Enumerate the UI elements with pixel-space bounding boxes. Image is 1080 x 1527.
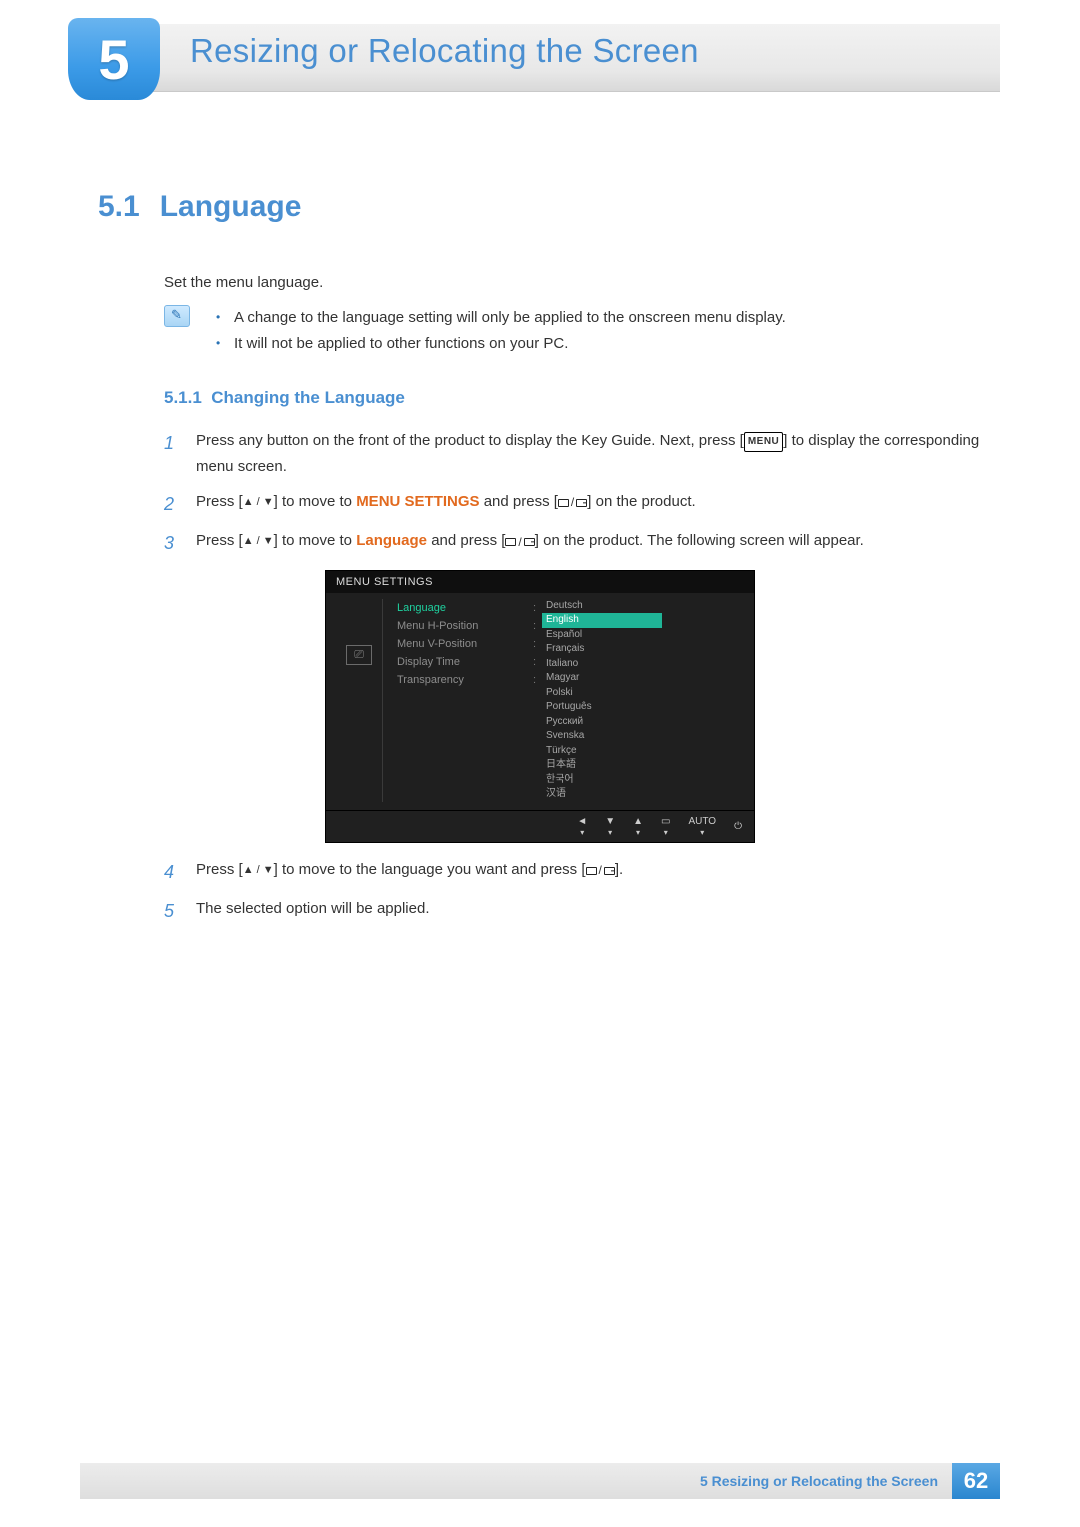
osd-menu-item: Menu H-Position: (393, 617, 542, 635)
source-enter-icon: / (505, 532, 534, 553)
chapter-title: Resizing or Relocating the Screen (190, 32, 699, 70)
osd-language-option: Deutsch (542, 599, 662, 614)
menu-button-icon: MENU (744, 432, 783, 452)
osd-language-option: Português (542, 700, 662, 715)
osd-language-option: 汉语 (542, 787, 662, 802)
note-item: A change to the language setting will on… (216, 305, 786, 331)
note-list: A change to the language setting will on… (216, 305, 786, 356)
osd-menu-item: Display Time: (393, 653, 542, 671)
osd-menu-item: Language: (393, 599, 542, 617)
chapter-number: 5 (98, 27, 129, 92)
subsection-heading: 5.1.1 Changing the Language (164, 388, 982, 408)
chapter-number-badge: 5 (68, 18, 160, 100)
osd-category-icon: ⎚ (346, 645, 372, 665)
osd-title: MENU SETTINGS (326, 571, 754, 593)
osd-language-option: Italiano (542, 657, 662, 672)
osd-language-option: 한국어 (542, 773, 662, 788)
page-number: 62 (952, 1463, 1000, 1499)
osd-nav-enter-icon: ▭▾ (661, 816, 670, 837)
note-icon (164, 305, 190, 327)
step-2: 2 Press [▲ / ▼] to move to MENU SETTINGS… (164, 489, 982, 521)
step-5: 5 The selected option will be applied. (164, 896, 982, 928)
osd-nav-power-icon: ⏻ (734, 821, 742, 832)
up-down-icon: ▲ / ▼ (243, 532, 274, 551)
osd-language-option: Русский (542, 715, 662, 730)
osd-language-option: Français (542, 642, 662, 657)
page-content: 5.1 Language Set the menu language. A cha… (98, 190, 982, 936)
intro-text: Set the menu language. (164, 274, 982, 291)
footer-bar: 5 Resizing or Relocating the Screen 62 (80, 1463, 1000, 1499)
step-3: 3 Press [▲ / ▼] to move to Language and … (164, 528, 982, 560)
osd-bottom-bar: ◄▾ ▼▾ ▲▾ ▭▾ AUTO▾ ⏻ (326, 810, 754, 842)
subsection-title: Changing the Language (211, 388, 405, 407)
section-heading: 5.1 Language (98, 190, 982, 224)
note-block: A change to the language setting will on… (164, 305, 982, 356)
source-enter-icon: / (558, 492, 587, 513)
step-1: 1 Press any button on the front of the p… (164, 428, 982, 481)
up-down-icon: ▲ / ▼ (243, 493, 274, 512)
osd-menu-item: Transparency: (393, 671, 542, 689)
osd-language-option: Svenska (542, 729, 662, 744)
osd-nav-auto: AUTO▾ (688, 816, 716, 837)
section-number: 5.1 (98, 190, 140, 223)
osd-menu-item: Menu V-Position: (393, 635, 542, 653)
steps-list: 1 Press any button on the front of the p… (164, 428, 982, 560)
osd-language-option: Türkçe (542, 744, 662, 759)
note-item: It will not be applied to other function… (216, 331, 786, 357)
step-4: 4 Press [▲ / ▼] to move to the language … (164, 857, 982, 889)
osd-language-option: Polski (542, 686, 662, 701)
osd-language-option: English (542, 613, 662, 628)
osd-language-option: Español (542, 628, 662, 643)
osd-panel: MENU SETTINGS ⎚ Language:Menu H-Position… (325, 570, 755, 843)
osd-nav-down-icon: ▼▾ (605, 816, 615, 837)
osd-screenshot: MENU SETTINGS ⎚ Language:Menu H-Position… (98, 570, 982, 843)
osd-nav-back-icon: ◄▾ (577, 816, 587, 837)
section-title: Language (160, 190, 302, 223)
osd-menu-column: Language:Menu H-Position:Menu V-Position… (382, 599, 542, 802)
footer-title: 5 Resizing or Relocating the Screen (700, 1473, 952, 1489)
subsection-number: 5.1.1 (164, 388, 202, 407)
osd-language-option: Magyar (542, 671, 662, 686)
osd-nav-up-icon: ▲▾ (633, 816, 643, 837)
source-enter-icon: / (586, 860, 615, 881)
steps-list-cont: 4 Press [▲ / ▼] to move to the language … (164, 857, 982, 928)
osd-language-option: 日本語 (542, 758, 662, 773)
osd-language-column: DeutschEnglishEspañolFrançaisItalianoMag… (542, 599, 662, 802)
up-down-icon: ▲ / ▼ (243, 861, 274, 880)
